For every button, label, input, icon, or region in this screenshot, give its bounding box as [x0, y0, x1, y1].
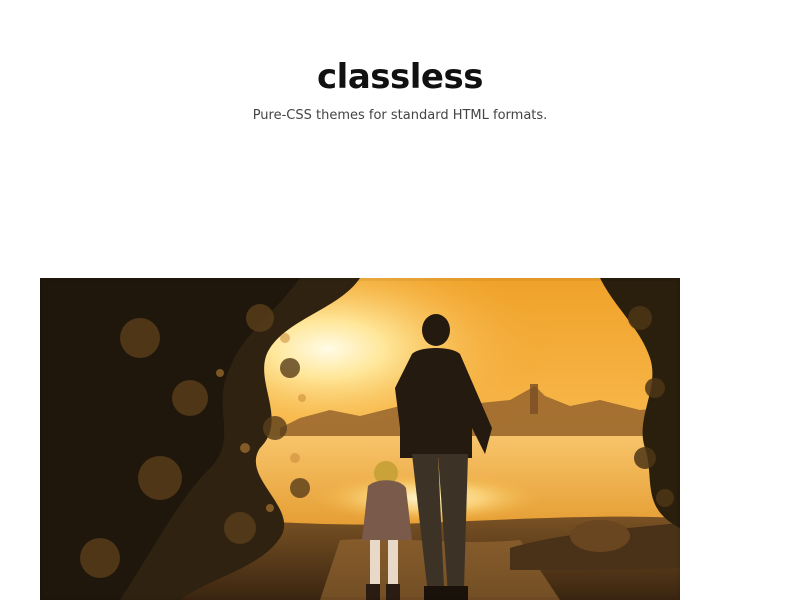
site-title[interactable]: classless	[0, 55, 800, 99]
site-header: classless Pure-CSS themes for standard H…	[0, 0, 800, 200]
sunset-photo	[40, 278, 680, 600]
hero-image	[40, 278, 680, 600]
site-tagline: Pure-CSS themes for standard HTML format…	[252, 108, 548, 123]
